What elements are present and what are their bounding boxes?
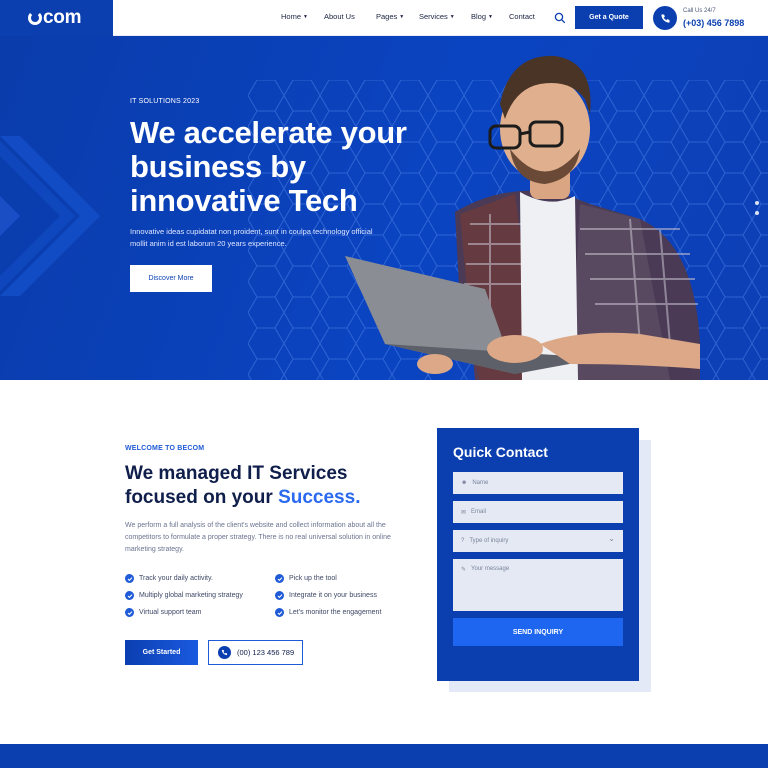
chevron-down-icon: ▼: [449, 13, 455, 20]
nav-item-contact[interactable]: Contact: [509, 12, 535, 21]
list-item: Virtual support team: [125, 608, 275, 617]
nav-item-label: Home: [281, 12, 302, 21]
send-inquiry-button[interactable]: SEND INQUIRY: [453, 618, 623, 646]
list-item-label: Pick up the tool: [289, 575, 337, 582]
nav-item-label: Contact: [509, 12, 535, 21]
list-item: Track your daily activity.: [125, 574, 275, 583]
chevron-down-icon: ▼: [399, 13, 405, 20]
phone-button[interactable]: (00) 123 456 789: [208, 640, 303, 665]
form-title: Quick Contact: [453, 444, 548, 460]
email-field[interactable]: ✉ Email: [453, 501, 623, 523]
list-item-label: Virtual support team: [139, 609, 202, 616]
hero-section: IT SOLUTIONS 2023 We accelerate your bus…: [0, 36, 768, 380]
nav-item-label: Blog: [471, 12, 487, 21]
list-item: Let's monitor the engagement: [275, 608, 405, 617]
nav-item-services[interactable]: Services ▼: [419, 12, 455, 21]
question-icon: ?: [461, 538, 465, 544]
get-quote-button[interactable]: Get a Quote: [575, 6, 643, 29]
call-number[interactable]: (+03) 456 7898: [683, 18, 744, 28]
list-item-label: Track your daily activity.: [139, 575, 213, 582]
hero-eyebrow: IT SOLUTIONS 2023: [130, 98, 200, 105]
check-icon: [275, 608, 284, 617]
logo[interactable]: com: [0, 0, 113, 36]
nav-item-blog[interactable]: Blog ▼: [471, 12, 493, 21]
search-icon[interactable]: [554, 12, 566, 24]
list-item-label: Multiply global marketing strategy: [139, 592, 243, 599]
list-item-label: Integrate it on your business: [289, 592, 377, 599]
inquiry-type-select[interactable]: ? Type of inquiry: [453, 530, 623, 552]
check-icon: [125, 591, 134, 600]
check-icon: [125, 574, 134, 583]
nav-item-label: Services: [419, 12, 448, 21]
phone-icon: [218, 646, 231, 659]
mail-icon: ✉: [461, 509, 467, 516]
nav-item-home[interactable]: Home ▼: [281, 12, 308, 21]
section-title: We managed IT Services focused on your S…: [125, 462, 425, 510]
page: com Home ▼ About Us Pages ▼ Services ▼ Blog…: [0, 0, 768, 768]
name-field[interactable]: ☻ Name: [453, 472, 623, 494]
discover-more-button[interactable]: Discover More: [130, 265, 212, 292]
list-item-label: Let's monitor the engagement: [289, 609, 382, 616]
inquiry-placeholder: Type of inquiry: [469, 538, 509, 544]
chevron-down-icon: ▼: [488, 13, 493, 20]
nav-item-about[interactable]: About Us: [324, 12, 355, 21]
footer-band: [0, 744, 768, 768]
email-placeholder: Email: [471, 509, 487, 515]
chevron-decoration: [0, 136, 100, 296]
logo-text: com: [43, 7, 82, 28]
list-item: Integrate it on your business: [275, 591, 405, 600]
main-navigation: Home ▼ About Us Pages ▼ Services ▼ Blog ▼ Co…: [113, 0, 768, 36]
quick-contact-form: Quick Contact ☻ Name ✉ Email ? Type of inqu…: [437, 428, 639, 681]
pencil-icon: ✎: [461, 567, 467, 573]
check-icon: [275, 574, 284, 583]
check-icon: [125, 608, 134, 617]
nav-item-pages[interactable]: Pages ▼: [376, 12, 404, 21]
hero-person-image: [345, 55, 700, 380]
message-placeholder: Your message: [471, 566, 510, 572]
title-highlight: Success.: [278, 487, 361, 508]
slider-dot[interactable]: [755, 211, 759, 215]
nav-item-label: Pages: [376, 12, 398, 21]
list-item: Multiply global marketing strategy: [125, 591, 275, 600]
section-description: We perform a full analysis of the client…: [125, 522, 391, 553]
slider-dots[interactable]: [755, 201, 759, 221]
get-started-button[interactable]: Get Started: [125, 640, 198, 665]
feature-checklist: Track your daily activity. Pick up the t…: [125, 574, 405, 617]
user-icon: ☻: [461, 480, 468, 486]
section-eyebrow: WELCOME TO BECOM: [125, 445, 205, 452]
chevron-down-icon: ▼: [303, 13, 308, 20]
check-icon: [275, 591, 284, 600]
message-textarea[interactable]: ✎ Your message: [453, 559, 623, 611]
call-label: Call Us 24/7: [683, 8, 716, 14]
logo-mark-icon: [28, 11, 42, 25]
slider-dot[interactable]: [755, 201, 759, 205]
nav-item-label: About Us: [324, 12, 355, 21]
phone-icon: [653, 6, 677, 30]
list-item: Pick up the tool: [275, 574, 405, 583]
name-placeholder: Name: [472, 480, 489, 486]
phone-number: (00) 123 456 789: [237, 648, 295, 657]
